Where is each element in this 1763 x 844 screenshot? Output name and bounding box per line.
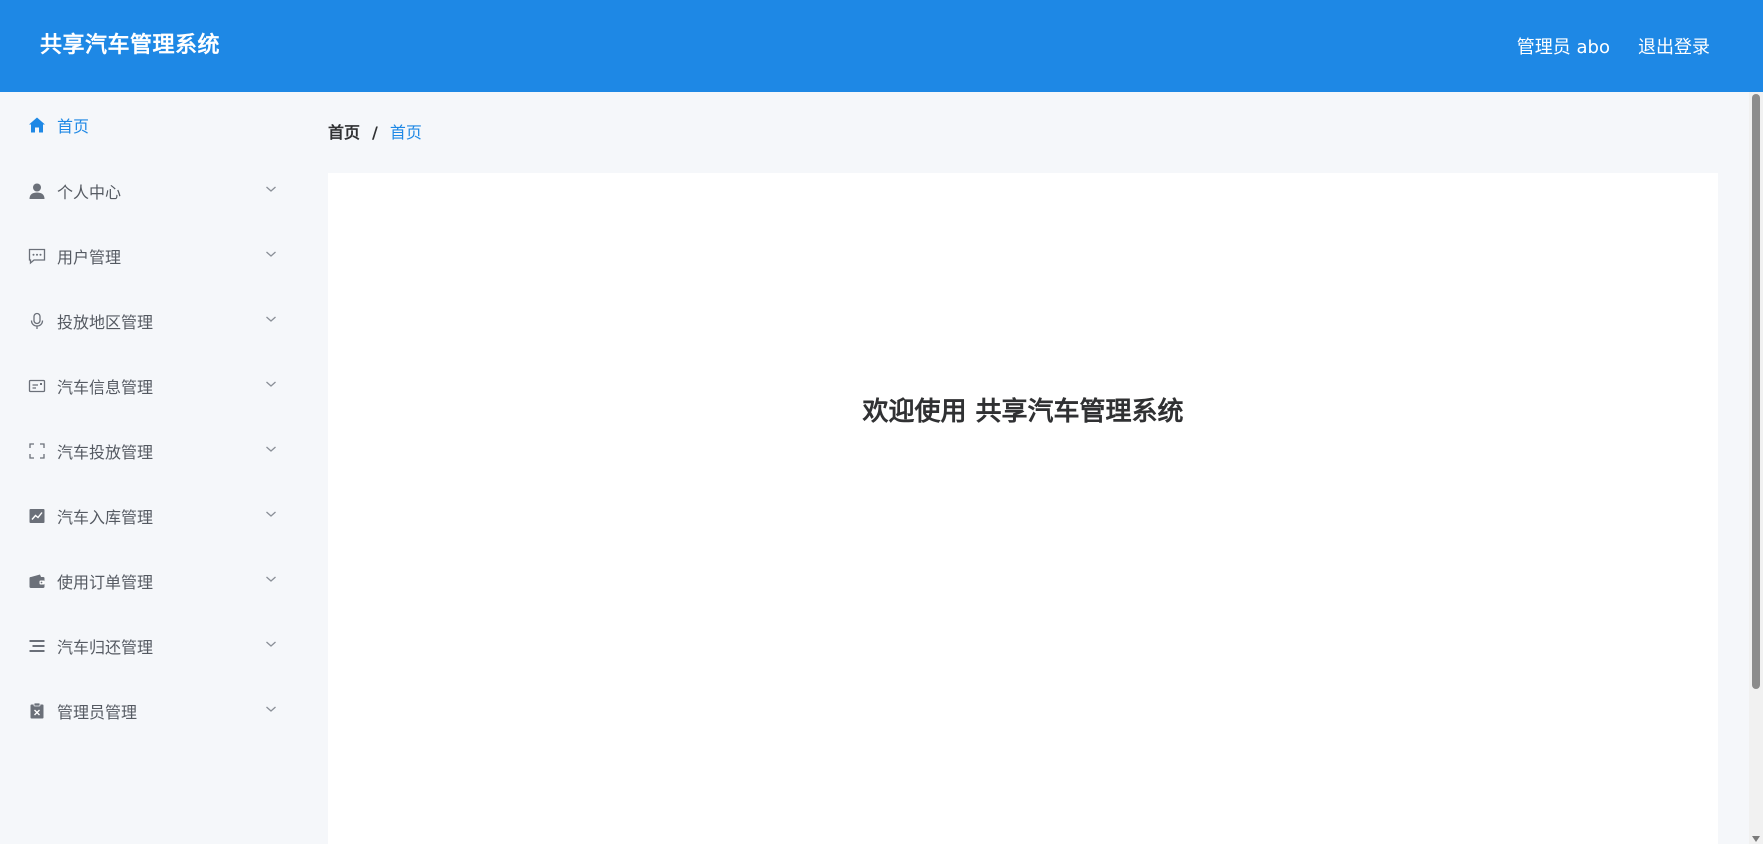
header-right: 管理员 abo 退出登录 (1517, 0, 1710, 92)
chevron-down-icon (265, 313, 277, 325)
sidebar-item-order-management[interactable]: 使用订单管理 (0, 561, 300, 601)
sidebar-item-label: 汽车投放管理 (57, 443, 154, 462)
sidebar-item-region-management[interactable]: 投放地区管理 (0, 301, 300, 341)
chat-dots-icon (28, 247, 46, 265)
sidebar-item-car-deployment-management[interactable]: 汽车投放管理 (0, 431, 300, 471)
chart-icon (28, 507, 46, 525)
main-content-card: 欢迎使用 共享汽车管理系统 (328, 173, 1718, 844)
scrollbar-thumb[interactable] (1752, 94, 1760, 689)
list-icon (28, 637, 46, 655)
chevron-down-icon (265, 703, 277, 715)
sidebar-item-label: 用户管理 (57, 248, 122, 267)
sidebar-item-label: 汽车归还管理 (57, 638, 154, 657)
sidebar-item-label: 个人中心 (57, 183, 122, 202)
app-title: 共享汽车管理系统 (40, 33, 221, 58)
breadcrumb-separator: / (372, 123, 378, 142)
sidebar-item-home[interactable]: 首页 (0, 105, 300, 145)
sidebar-item-car-return-management[interactable]: 汽车归还管理 (0, 626, 300, 666)
chevron-down-icon (265, 248, 277, 260)
sidebar-item-label: 汽车信息管理 (57, 378, 154, 397)
chevron-down-icon (265, 573, 277, 585)
sidebar-item-personal-center[interactable]: 个人中心 (0, 171, 300, 211)
sidebar-menu: 首页 个人中心 用户管理 投放地区管理 汽车信息管理 汽车投放管理 汽车入库管理… (0, 92, 300, 844)
sidebar-item-label: 投放地区管理 (57, 313, 154, 332)
clipboard-x-icon (28, 702, 46, 720)
sidebar-item-label: 管理员管理 (57, 703, 138, 722)
current-user-label[interactable]: 管理员 abo (1517, 33, 1610, 59)
card-icon (28, 377, 46, 395)
page-scrollbar[interactable] (1749, 92, 1763, 844)
sidebar-item-user-management[interactable]: 用户管理 (0, 236, 300, 276)
sidebar-item-label: 首页 (57, 117, 90, 136)
top-header: 共享汽车管理系统 管理员 abo 退出登录 (0, 0, 1763, 92)
sidebar-item-admin-management[interactable]: 管理员管理 (0, 691, 300, 731)
breadcrumb-root[interactable]: 首页 (328, 120, 360, 146)
breadcrumb: 首页 / 首页 (328, 120, 422, 146)
logout-button[interactable]: 退出登录 (1638, 33, 1710, 59)
chevron-down-icon (265, 378, 277, 390)
sidebar-item-car-info-management[interactable]: 汽车信息管理 (0, 366, 300, 406)
sidebar-item-label: 使用订单管理 (57, 573, 154, 592)
fullscreen-icon (28, 442, 46, 460)
chevron-down-icon (265, 183, 277, 195)
microphone-icon (28, 312, 46, 330)
chevron-down-icon (265, 443, 277, 455)
home-icon (28, 116, 46, 134)
welcome-message: 欢迎使用 共享汽车管理系统 (862, 397, 1184, 427)
chevron-down-icon (265, 508, 277, 520)
scroll-down-arrow-icon[interactable] (1752, 836, 1760, 842)
chevron-down-icon (265, 638, 277, 650)
breadcrumb-current: 首页 (389, 123, 422, 142)
sidebar-item-label: 汽车入库管理 (57, 508, 154, 527)
wallet-icon (28, 572, 46, 590)
user-icon (28, 182, 46, 200)
sidebar-item-car-storage-management[interactable]: 汽车入库管理 (0, 496, 300, 536)
